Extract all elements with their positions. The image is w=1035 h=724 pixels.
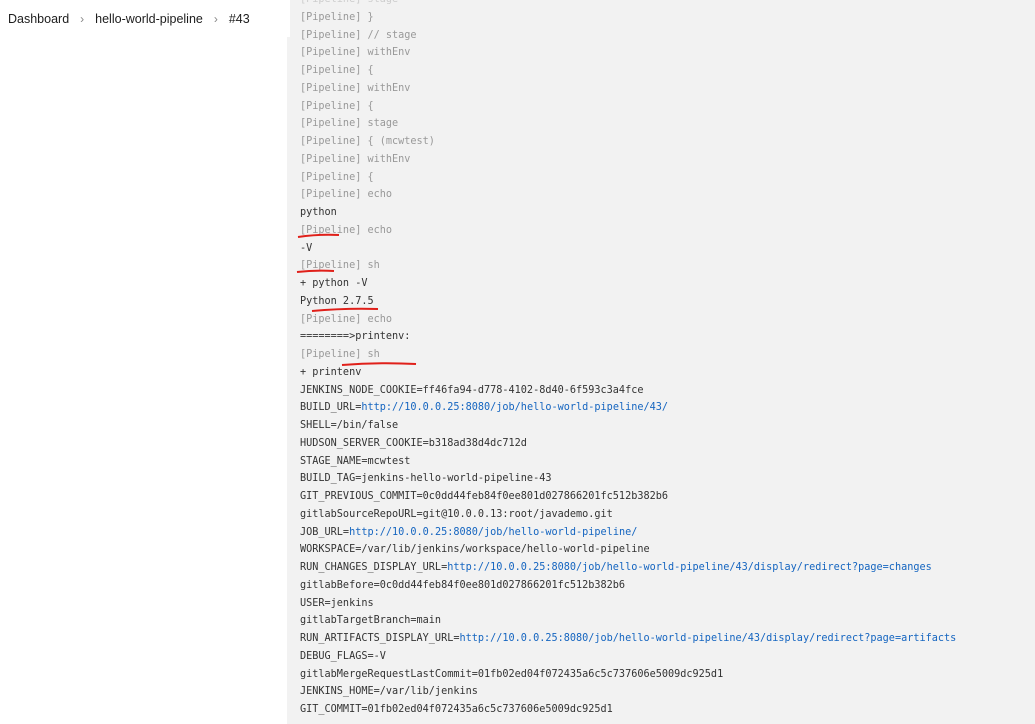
console-line: + python -V [300, 275, 956, 293]
console-line: BUILD_TAG=jenkins-hello-world-pipeline-4… [300, 470, 956, 488]
console-line-text: HUDSON_SERVER_COOKIE=b318ad38d4dc712d [300, 437, 527, 449]
console-line: DEBUG_FLAGS=-V [300, 648, 956, 666]
console-line: [Pipeline] withEnv [300, 80, 956, 98]
console-output: [Pipeline] stage [Pipeline] } [Pipeline] /… [287, 0, 1035, 724]
console-line: + printenv [300, 364, 956, 382]
console-line: Python 2.7.5 [300, 293, 956, 311]
console-link[interactable]: http://10.0.0.25:8080/job/hello-world-pi… [361, 402, 668, 413]
console-line: [Pipeline] // stage [300, 27, 956, 45]
console-line-text: WORKSPACE=/var/lib/jenkins/workspace/hel… [300, 544, 650, 556]
console-line: [Pipeline] sh [300, 346, 956, 364]
console-line-text: [Pipeline] echo [300, 189, 393, 201]
console-line-text: USER=jenkins [300, 597, 374, 609]
console-line-text: [Pipeline] // stage [300, 29, 417, 41]
console-line: [Pipeline] echo [300, 222, 956, 240]
console-line: SHELL=/bin/false [300, 417, 956, 435]
console-line-text: STAGE_NAME=mcwtest [300, 455, 411, 467]
console-line: [Pipeline] echo [300, 311, 956, 329]
console-line-text: ========>printenv: [300, 331, 411, 343]
console-line-text: gitlabTargetBranch=main [300, 615, 442, 627]
console-line: -V [300, 240, 956, 258]
console-line: [Pipeline] } [300, 9, 956, 27]
console-line-text: BUILD_URL= [300, 402, 362, 414]
breadcrumb-job[interactable]: hello-world-pipeline [95, 12, 203, 26]
console-link[interactable]: http://10.0.0.25:8080/job/hello-world-pi… [447, 562, 932, 573]
console-line-text: [Pipeline] echo [300, 224, 393, 236]
console-line: USER=jenkins [300, 595, 956, 613]
console-line: RUN_CHANGES_DISPLAY_URL=http://10.0.0.25… [300, 559, 956, 577]
console-line-text: BUILD_TAG=jenkins-hello-world-pipeline-4… [300, 473, 552, 485]
console-line: GIT_PREVIOUS_COMMIT=0c0dd44feb84f0ee801d… [300, 488, 956, 506]
console-line-text: JENKINS_NODE_COOKIE=ff46fa94-d778-4102-8… [300, 384, 644, 396]
console-line-text: gitlabSourceRepoURL=git@10.0.0.13:root/j… [300, 508, 613, 520]
console-line: HUDSON_SERVER_COOKIE=b318ad38d4dc712d [300, 435, 956, 453]
console-line-text: [Pipeline] withEnv [300, 47, 411, 59]
console-line-text: GIT_COMMIT=01fb02ed04f072435a6c5c737606e… [300, 704, 613, 715]
console-line-text: JOB_URL= [300, 526, 350, 538]
console-line: [Pipeline] { [300, 169, 956, 187]
console-line: STAGE_NAME=mcwtest [300, 453, 956, 471]
console-line: GIT_COMMIT=01fb02ed04f072435a6c5c737606e… [300, 701, 956, 719]
chevron-right-icon: › [213, 11, 218, 26]
console-line: BUILD_URL=http://10.0.0.25:8080/job/hell… [300, 399, 956, 417]
console-line-text: [Pipeline] stage [300, 0, 398, 5]
console-line-text: SHELL=/bin/false [300, 420, 399, 431]
chevron-right-icon: › [80, 11, 85, 26]
console-line-text: [Pipeline] echo [300, 313, 393, 325]
breadcrumb-build[interactable]: #43 [229, 12, 250, 26]
console-line-text: GIT_PREVIOUS_COMMIT=0c0dd44feb84f0ee801d… [300, 491, 669, 502]
console-line: [Pipeline] stage [300, 0, 956, 9]
console-line-text: Python 2.7.5 [300, 295, 374, 307]
console-line-text: RUN_CHANGES_DISPLAY_URL= [300, 562, 448, 573]
console-line-text: [Pipeline] withEnv [300, 153, 411, 165]
console-line-text: [Pipeline] withEnv [300, 82, 411, 94]
console-line-text: + printenv [300, 366, 362, 378]
console-line-text: [Pipeline] { [300, 100, 374, 112]
console-line: [Pipeline] withEnv [300, 151, 956, 169]
console-line: JOB_URL=http://10.0.0.25:8080/job/hello-… [300, 524, 956, 542]
console-line: WORKSPACE=/var/lib/jenkins/workspace/hel… [300, 541, 956, 559]
console-line-text: JENKINS_HOME=/var/lib/jenkins [300, 686, 478, 698]
console-line-text: + python -V [300, 278, 368, 289]
console-line-text: DEBUG_FLAGS=-V [300, 650, 386, 662]
console-line-text: [Pipeline] sh [300, 349, 380, 360]
console-line: RUN_ARTIFACTS_DISPLAY_URL=http://10.0.0.… [300, 630, 956, 648]
console-line: JENKINS_HOME=/var/lib/jenkins [300, 683, 956, 701]
console-line: gitlabBefore=0c0dd44feb84f0ee801d0278662… [300, 577, 956, 595]
console-line: python [300, 204, 956, 222]
console-line: [Pipeline] withEnv [300, 44, 956, 62]
console-line: ========>printenv: [300, 328, 956, 346]
console-line-text: [Pipeline] sh [300, 260, 380, 272]
console-lines: [Pipeline] stage [Pipeline] } [Pipeline] /… [300, 0, 956, 719]
console-line-text: -V [300, 242, 313, 254]
console-line-text: [Pipeline] { [300, 171, 374, 183]
console-line: gitlabTargetBranch=main [300, 612, 956, 630]
breadcrumb-dashboard[interactable]: Dashboard [8, 12, 69, 26]
console-line-text: gitlabMergeRequestLastCommit=01fb02ed04f… [300, 668, 724, 680]
console-line: [Pipeline] { [300, 62, 956, 80]
console-line-text: [Pipeline] stage [300, 118, 399, 130]
console-line: [Pipeline] sh [300, 257, 956, 275]
console-line-text: RUN_ARTIFACTS_DISPLAY_URL= [300, 633, 460, 644]
console-line-text: [Pipeline] { [300, 65, 374, 76]
console-line: [Pipeline] { [300, 98, 956, 116]
console-link[interactable]: http://10.0.0.25:8080/job/hello-world-pi… [349, 527, 637, 538]
console-line-text: [Pipeline] } [300, 11, 374, 23]
console-line-text: [Pipeline] { (mcwtest) [300, 136, 435, 147]
console-line: [Pipeline] echo [300, 186, 956, 204]
console-line: JENKINS_NODE_COOKIE=ff46fa94-d778-4102-8… [300, 382, 956, 400]
console-line: gitlabSourceRepoURL=git@10.0.0.13:root/j… [300, 506, 956, 524]
console-line-text: python [300, 207, 337, 218]
console-line: [Pipeline] stage [300, 115, 956, 133]
breadcrumb: Dashboard › hello-world-pipeline › #43 [0, 0, 290, 37]
console-link[interactable]: http://10.0.0.25:8080/job/hello-world-pi… [459, 633, 956, 644]
console-line: [Pipeline] { (mcwtest) [300, 133, 956, 151]
console-line-text: gitlabBefore=0c0dd44feb84f0ee801d0278662… [300, 579, 626, 591]
console-line: gitlabMergeRequestLastCommit=01fb02ed04f… [300, 666, 956, 684]
